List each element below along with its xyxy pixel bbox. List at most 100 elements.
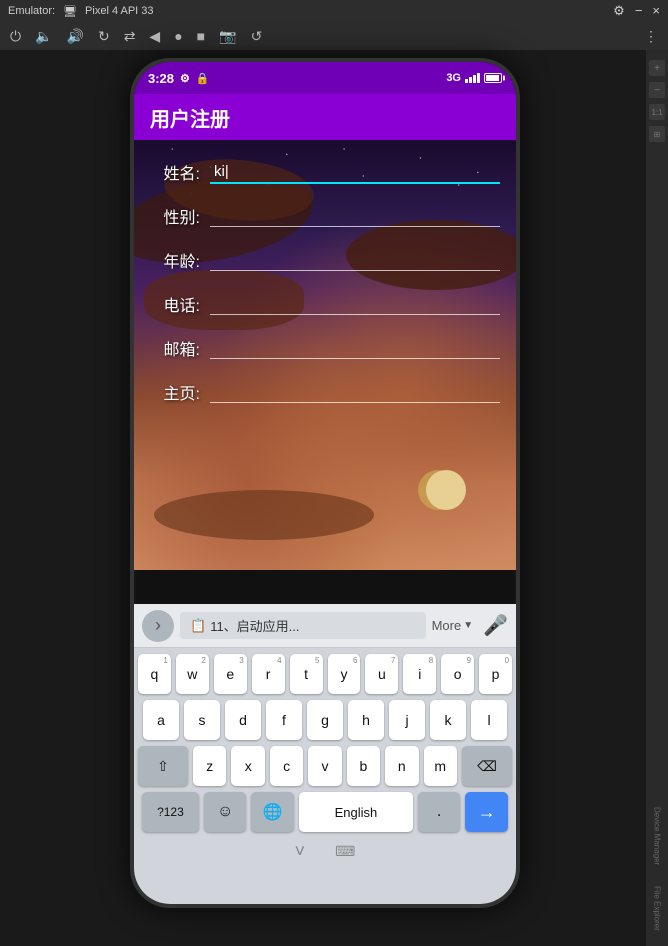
key-l[interactable]: l bbox=[471, 700, 507, 740]
key-p[interactable]: 0p bbox=[479, 654, 512, 694]
key-v[interactable]: v bbox=[308, 746, 341, 786]
battery-icon bbox=[484, 73, 502, 83]
age-input[interactable] bbox=[210, 249, 500, 271]
name-label: 姓名: bbox=[150, 160, 200, 184]
form-row-name: 姓名: ki | bbox=[150, 160, 500, 184]
status-time: 3:28 bbox=[148, 71, 174, 86]
device-manager-label: Device Manager bbox=[653, 807, 662, 870]
name-input-container[interactable]: ki | bbox=[210, 161, 500, 184]
settings-icon[interactable]: ⚙ bbox=[613, 3, 625, 19]
key-a[interactable]: a bbox=[143, 700, 179, 740]
camera-icon[interactable]: 📷 bbox=[219, 28, 236, 45]
rotate-icon[interactable]: ↻ bbox=[98, 28, 110, 45]
settings-status-icon: ⚙ bbox=[180, 72, 190, 85]
key-z[interactable]: z bbox=[193, 746, 226, 786]
recents-icon[interactable]: ■ bbox=[197, 28, 205, 44]
phone-frame: 3:28 ⚙ 🔒 3G 用户注册 bbox=[130, 58, 520, 908]
close-icon[interactable]: × bbox=[652, 3, 660, 19]
phone-input[interactable] bbox=[210, 293, 500, 315]
keyboard: › 📋 11、启动应用... More ▼ 🎤 1q 2w 3e 4r 5t 6… bbox=[134, 604, 516, 904]
key-f[interactable]: f bbox=[266, 700, 302, 740]
registration-form: 姓名: ki | 性别: 年龄: bbox=[134, 140, 516, 570]
cursor-blink: | bbox=[225, 163, 229, 180]
key-w[interactable]: 2w bbox=[176, 654, 209, 694]
right-panel: + − 1:1 ⊞ Device Manager File Explorer bbox=[646, 50, 668, 946]
key-c[interactable]: c bbox=[270, 746, 303, 786]
suggestion-pill[interactable]: 📋 11、启动应用... bbox=[180, 612, 426, 639]
zoom-out-button[interactable]: − bbox=[649, 82, 665, 98]
name-input-value[interactable]: ki bbox=[214, 163, 225, 180]
homepage-input[interactable] bbox=[210, 381, 500, 403]
emoji-key[interactable]: ☺ bbox=[204, 792, 247, 832]
volume-up-icon[interactable]: 🔊 bbox=[67, 28, 84, 45]
key-k[interactable]: k bbox=[430, 700, 466, 740]
key-s[interactable]: s bbox=[184, 700, 220, 740]
key-h[interactable]: h bbox=[348, 700, 384, 740]
key-d[interactable]: d bbox=[225, 700, 261, 740]
key-row-1: 1q 2w 3e 4r 5t 6y 7u 8i 9o 0p bbox=[138, 654, 512, 694]
form-row-phone: 电话: bbox=[150, 292, 500, 316]
app-content: 姓名: ki | 性别: 年龄: bbox=[134, 140, 516, 570]
email-input[interactable] bbox=[210, 337, 500, 359]
fit-screen-button[interactable]: 1:1 bbox=[649, 104, 665, 120]
globe-key[interactable]: 🌐 bbox=[251, 792, 294, 832]
suggestion-expand-button[interactable]: › bbox=[142, 610, 174, 642]
key-m[interactable]: m bbox=[424, 746, 457, 786]
minimize-icon[interactable]: − bbox=[635, 3, 643, 19]
key-x[interactable]: x bbox=[231, 746, 264, 786]
power-icon[interactable]: ⏻ bbox=[10, 28, 21, 45]
homepage-label: 主页: bbox=[150, 380, 200, 404]
key-i[interactable]: 8i bbox=[403, 654, 436, 694]
key-o[interactable]: 9o bbox=[441, 654, 474, 694]
key-g[interactable]: g bbox=[307, 700, 343, 740]
home-icon[interactable]: ● bbox=[174, 28, 182, 44]
file-explorer-label: File Explorer bbox=[653, 886, 662, 936]
back-icon[interactable]: ◀ bbox=[149, 28, 160, 45]
key-y[interactable]: 6y bbox=[328, 654, 361, 694]
gender-label: 性别: bbox=[150, 204, 200, 228]
enter-key[interactable]: → bbox=[465, 792, 508, 832]
form-row-gender: 性别: bbox=[150, 204, 500, 228]
space-key[interactable]: English bbox=[299, 792, 413, 832]
suggestion-bar: › 📋 11、启动应用... More ▼ 🎤 bbox=[134, 604, 516, 648]
key-t[interactable]: 5t bbox=[290, 654, 323, 694]
key-row-4: ?123 ☺ 🌐 English . → bbox=[138, 792, 512, 832]
chevron-down-icon: ˅ bbox=[295, 841, 306, 862]
switch-icon[interactable]: ⇄ bbox=[124, 28, 136, 45]
numbers-key[interactable]: ?123 bbox=[142, 792, 199, 832]
phone-label: 电话: bbox=[150, 292, 200, 316]
keyboard-indicator: ˅ ⌨ bbox=[134, 836, 516, 866]
status-bar: 3:28 ⚙ 🔒 3G bbox=[134, 62, 516, 94]
period-key[interactable]: . bbox=[418, 792, 461, 832]
key-q[interactable]: 1q bbox=[138, 654, 171, 694]
network-type: 3G bbox=[446, 72, 461, 84]
age-label: 年龄: bbox=[150, 248, 200, 272]
fullscreen-button[interactable]: ⊞ bbox=[649, 126, 665, 142]
key-u[interactable]: 7u bbox=[365, 654, 398, 694]
keyboard-rows: 1q 2w 3e 4r 5t 6y 7u 8i 9o 0p a s d f g … bbox=[134, 648, 516, 836]
key-r[interactable]: 4r bbox=[252, 654, 285, 694]
undo-icon[interactable]: ↺ bbox=[251, 28, 263, 45]
app-title: 用户注册 bbox=[150, 103, 230, 132]
more-icon[interactable]: ⋮ bbox=[644, 28, 658, 45]
gender-input[interactable] bbox=[210, 205, 500, 227]
emulator-label: Emulator: bbox=[8, 5, 55, 17]
key-e[interactable]: 3e bbox=[214, 654, 247, 694]
key-n[interactable]: n bbox=[385, 746, 418, 786]
key-b[interactable]: b bbox=[347, 746, 380, 786]
device-icon: 🖥 bbox=[63, 5, 77, 18]
form-row-email: 邮箱: bbox=[150, 336, 500, 360]
volume-mute-icon[interactable]: 🔈 bbox=[35, 28, 52, 45]
lock-status-icon: 🔒 bbox=[196, 72, 210, 85]
mic-button[interactable]: 🎤 bbox=[483, 613, 508, 638]
key-row-3: ⇧ z x c v b n m ⌫ bbox=[138, 746, 512, 786]
power-button bbox=[516, 362, 519, 442]
suggestion-text: 11、启动应用... bbox=[210, 616, 299, 635]
keyboard-type-icon: ⌨ bbox=[335, 843, 355, 860]
form-row-age: 年龄: bbox=[150, 248, 500, 272]
key-j[interactable]: j bbox=[389, 700, 425, 740]
backspace-key[interactable]: ⌫ bbox=[462, 746, 512, 786]
suggestion-more[interactable]: More ▼ bbox=[432, 618, 474, 633]
zoom-in-button[interactable]: + bbox=[649, 60, 665, 76]
shift-key[interactable]: ⇧ bbox=[138, 746, 188, 786]
